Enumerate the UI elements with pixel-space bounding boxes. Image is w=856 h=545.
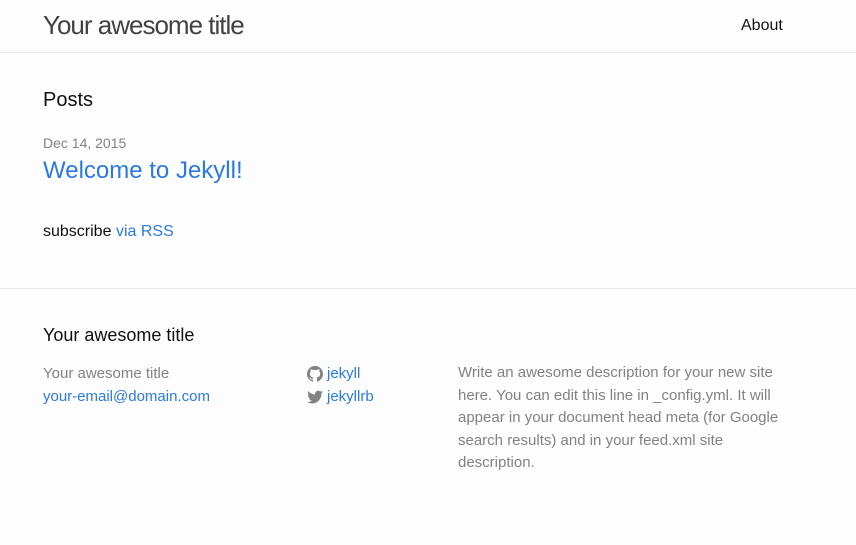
footer-description: Write an awesome description for your ne… bbox=[458, 364, 779, 472]
site-title-link[interactable]: Your awesome title bbox=[43, 9, 245, 41]
twitter-icon bbox=[307, 389, 323, 405]
posts-heading: Posts bbox=[43, 89, 94, 111]
github-row: jekyll bbox=[307, 362, 447, 385]
post-title-link[interactable]: Welcome to Jekyll! bbox=[43, 156, 243, 186]
github-link[interactable]: jekyll bbox=[327, 362, 360, 385]
github-icon bbox=[307, 365, 323, 382]
footer-heading: Your awesome title bbox=[43, 325, 195, 345]
rss-link[interactable]: via RSS bbox=[116, 223, 174, 240]
footer-email-link[interactable]: your-email@domain.com bbox=[43, 388, 210, 405]
footer-contact-column: Your awesome title your-email@domain.com bbox=[43, 362, 283, 408]
footer-site-name: Your awesome title bbox=[43, 365, 170, 382]
twitter-row: jekyllrb bbox=[307, 385, 447, 408]
site-footer: Your awesome title Your awesome title yo… bbox=[0, 288, 856, 545]
rss-prefix: subscribe bbox=[43, 223, 112, 240]
twitter-link[interactable]: jekyllrb bbox=[327, 385, 374, 408]
post-date: Dec 14, 2015 bbox=[43, 135, 127, 151]
nav-about-link[interactable]: About bbox=[741, 16, 783, 36]
rss-subscribe: subscribe via RSS bbox=[43, 222, 174, 242]
site-header: Your awesome title About bbox=[0, 0, 856, 53]
footer-social-column: jekyll jekyllrb bbox=[307, 362, 447, 408]
